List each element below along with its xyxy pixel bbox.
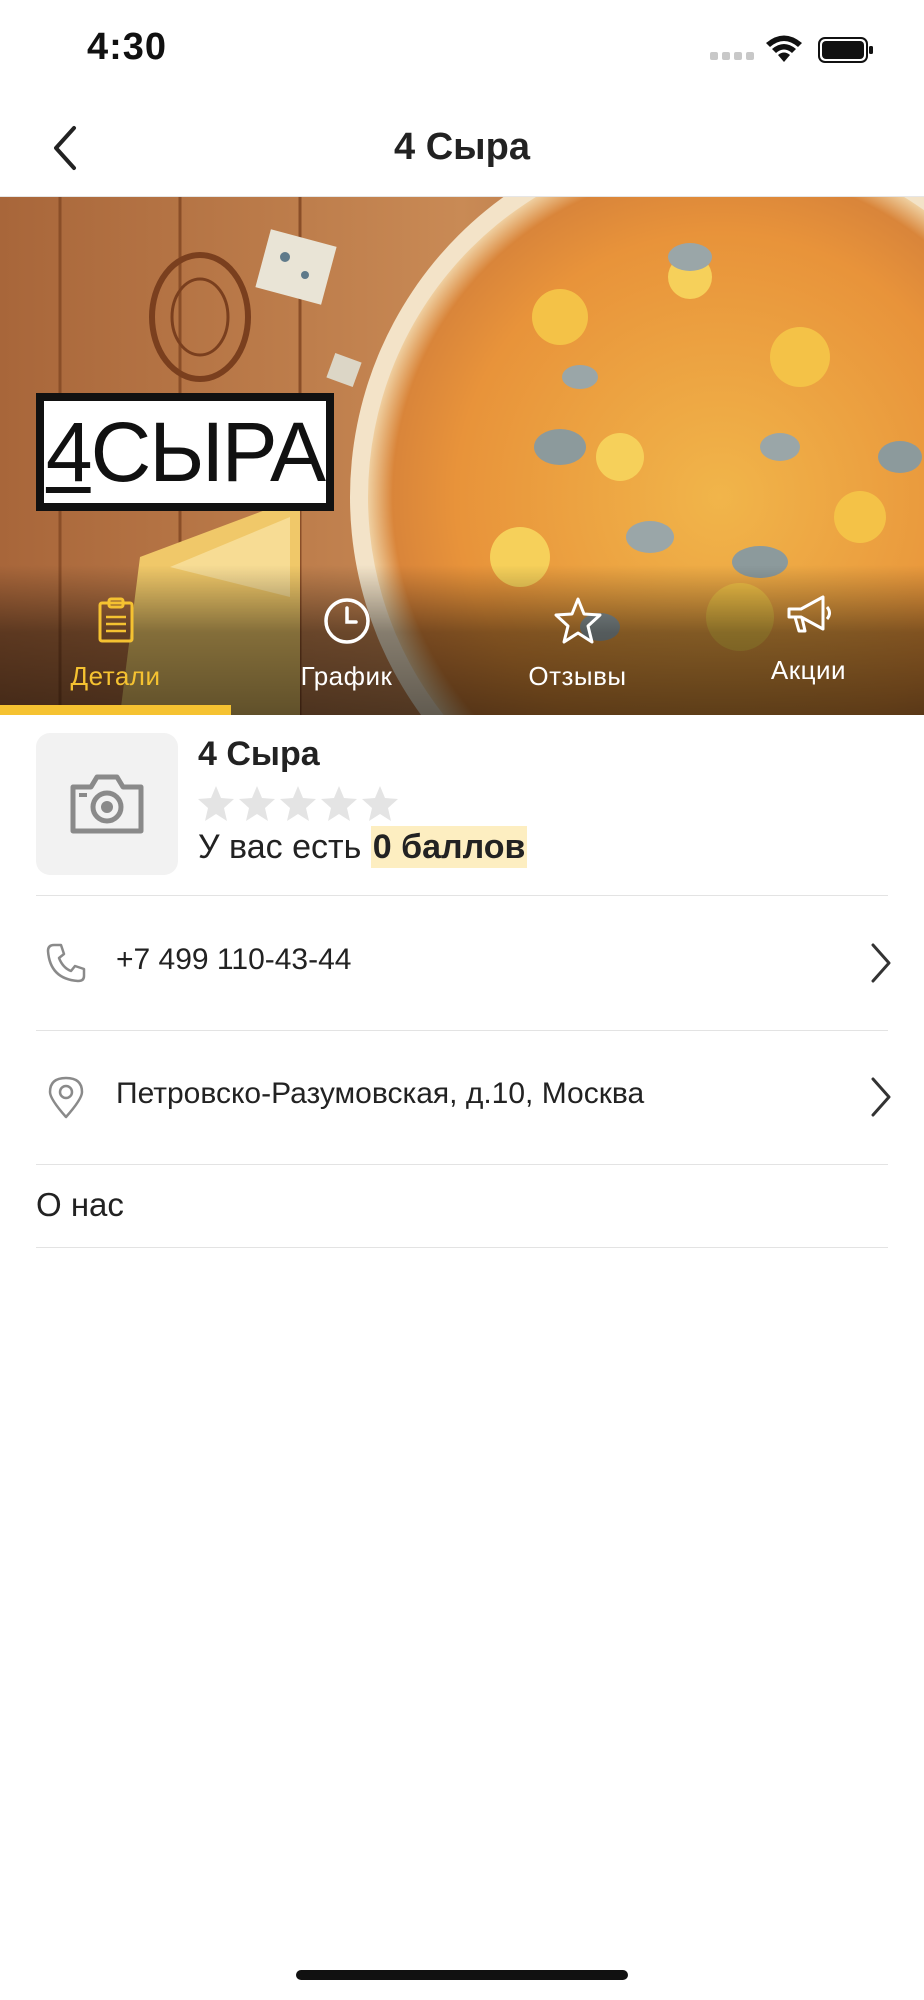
battery-icon (818, 37, 873, 63)
clock-icon (324, 598, 370, 644)
brand-logo: 4 СЫРА (36, 393, 334, 511)
avatar (36, 733, 178, 875)
tab-bar: Детали График Отзывы Акции (0, 565, 924, 715)
tab-reviews-label: Отзывы (528, 661, 627, 691)
logo-word: СЫРА (90, 404, 326, 499)
status-bar: 4:30 (0, 0, 924, 100)
address-text: Петровско-Разумовская, д.10, Москва (116, 1077, 645, 1110)
about-label: О нас (36, 1186, 124, 1223)
phone-row[interactable]: +7 499 110-43-44 (36, 897, 891, 1031)
logo-number: 4 (45, 404, 93, 499)
tab-details-label: Детали (70, 661, 161, 691)
star-icon (239, 786, 275, 821)
tab-schedule-label: График (300, 661, 393, 691)
star-icon (198, 786, 234, 821)
home-indicator[interactable] (296, 1970, 628, 1980)
camera-icon (70, 774, 144, 834)
chevron-right-icon (871, 943, 891, 983)
points-prefix: У вас есть (198, 828, 362, 866)
tab-promotions-label: Акции (770, 655, 847, 685)
page-title: 4 Сыра (394, 126, 530, 168)
points-value: 0 баллов (370, 826, 528, 868)
venue-info: 4 Сыра У вас есть 0 баллов (36, 733, 888, 896)
phone-icon (46, 943, 86, 983)
star-icon (321, 786, 357, 821)
chevron-right-icon (871, 1077, 891, 1117)
points-balance: У вас есть 0 баллов (198, 826, 528, 868)
megaphone-icon (787, 595, 831, 633)
clipboard-icon (98, 597, 134, 643)
navigation-bar: 4 Сыра (0, 100, 924, 197)
star-icon (554, 597, 602, 644)
cellular-signal-icon (710, 52, 756, 62)
tab-details[interactable]: Детали (0, 565, 231, 715)
tab-reviews[interactable]: Отзывы (462, 565, 693, 715)
tab-promotions[interactable]: Акции (693, 565, 924, 715)
star-icon (362, 786, 398, 821)
tab-schedule[interactable]: График (231, 565, 462, 715)
address-row[interactable]: Петровско-Разумовская, д.10, Москва (36, 1031, 891, 1165)
status-time: 4:30 (87, 26, 168, 68)
phone-number: +7 499 110-43-44 (116, 943, 352, 976)
wifi-icon (766, 35, 802, 62)
hero-banner: 4 СЫРА Детали График Отзывы Акции (0, 197, 924, 715)
location-pin-icon (48, 1076, 84, 1119)
star-icon (280, 786, 316, 821)
rating-stars[interactable] (196, 783, 401, 823)
about-section[interactable]: О нас (36, 1164, 888, 1248)
venue-name: 4 Сыра (198, 735, 320, 773)
active-tab-indicator (0, 705, 231, 715)
